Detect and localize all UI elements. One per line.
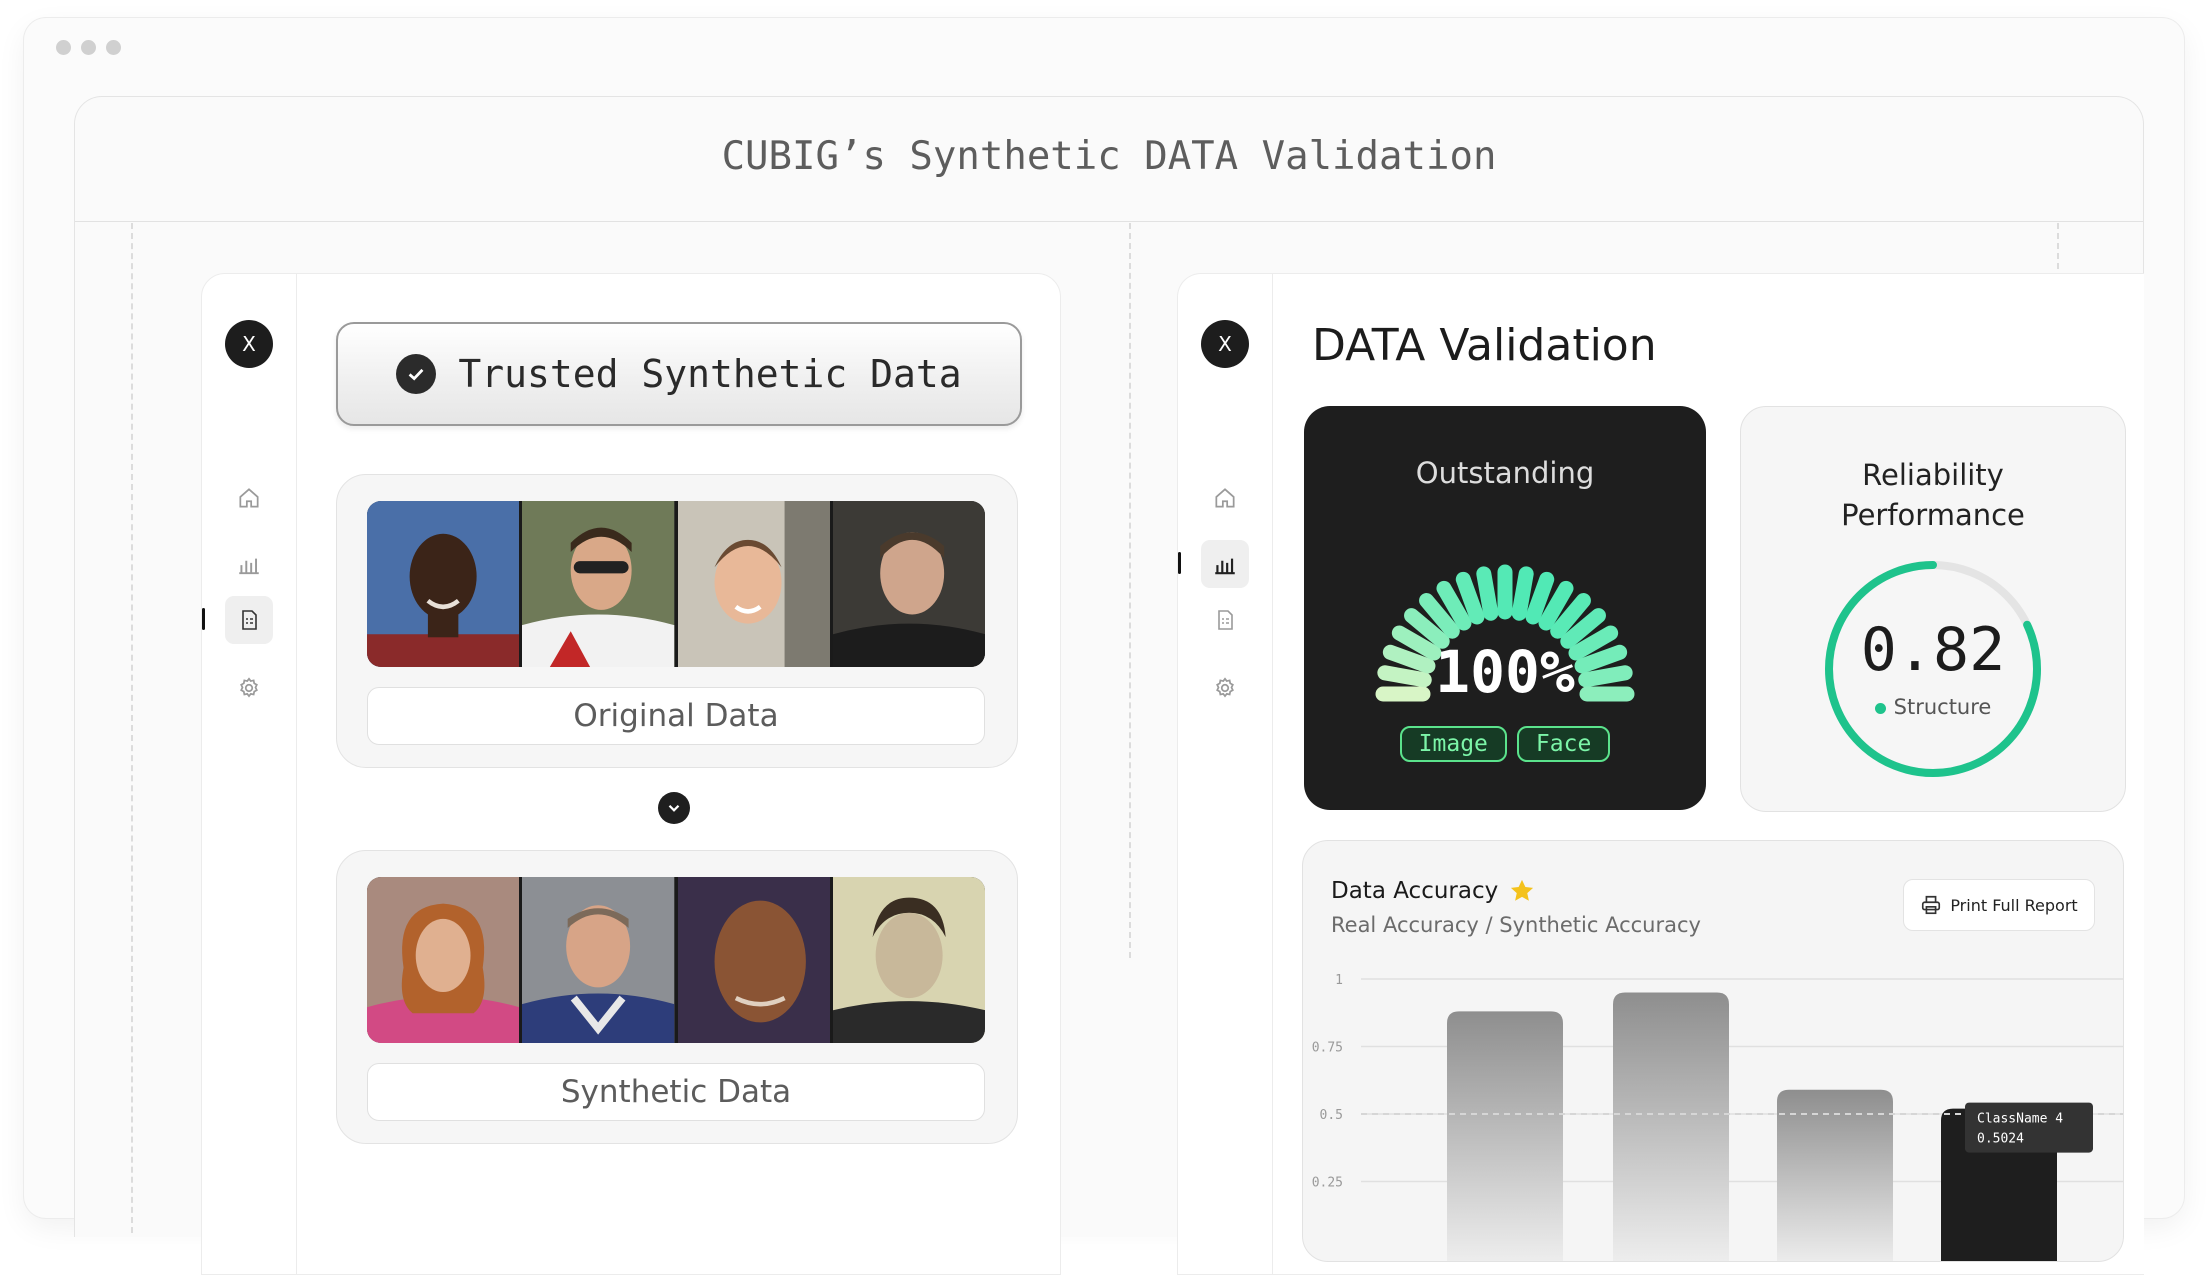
original-face-image — [832, 501, 985, 667]
reliability-label-line1: Reliability — [1862, 458, 2004, 492]
page-title: CUBIG’s Synthetic DATA Validation — [721, 134, 1497, 179]
check-circle-icon — [396, 354, 437, 394]
left-sidebar: X — [202, 274, 297, 1274]
data-validation-card: X DATA Validation Outstanding 100% Image… — [1177, 273, 2144, 1275]
structure-label: Structure — [1893, 695, 1992, 719]
original-data-panel: Original Data — [336, 474, 1018, 768]
gauge-segment — [1476, 566, 1499, 621]
synthetic-face-image — [367, 877, 523, 1043]
badge-label: Trusted Synthetic Data — [458, 352, 962, 396]
y-tick-label: 0.25 — [1312, 1176, 1343, 1191]
reliability-card: Reliability Performance 0.82 Structure — [1740, 406, 2126, 812]
synthetic-data-card: X Trusted Synthetic Data Original Data S… — [201, 273, 1061, 1275]
original-face-image — [522, 501, 678, 667]
gauge-tags: Image Face — [1304, 726, 1706, 762]
bar-chart-icon[interactable] — [225, 540, 273, 588]
original-face-image — [677, 501, 833, 667]
reliability-value: 0.82 — [1860, 615, 2006, 685]
outstanding-gauge-card: Outstanding 100% Image Face — [1304, 406, 1706, 810]
close-button[interactable]: X — [225, 320, 273, 368]
app-window: CUBIG’s Synthetic DATA Validation X Trus… — [24, 18, 2184, 1275]
dashed-guide-center — [1129, 223, 1131, 958]
synthetic-face-image — [677, 877, 833, 1043]
reliability-label-line2: Performance — [1841, 498, 2025, 532]
settings-icon[interactable] — [1201, 664, 1249, 712]
original-face-image — [367, 501, 523, 667]
window-dot-close[interactable] — [56, 40, 71, 55]
section-title: DATA Validation — [1312, 320, 1657, 371]
original-image-strip — [367, 501, 985, 667]
synthetic-image-strip — [367, 877, 985, 1043]
gauge-label: Outstanding — [1415, 456, 1595, 490]
main-frame: CUBIG’s Synthetic DATA Validation X Trus… — [74, 96, 2144, 1275]
active-nav-marker — [1178, 552, 1181, 574]
bar-chart-icon[interactable] — [1201, 540, 1249, 588]
title-divider — [75, 221, 2143, 222]
data-accuracy-card: Data Accuracy Real Accuracy / Synthetic … — [1302, 840, 2124, 1262]
tooltip-value: 0.5024 — [1977, 1132, 2024, 1147]
synthetic-data-caption: Synthetic Data — [367, 1063, 985, 1121]
synthetic-data-panel: Synthetic Data — [336, 850, 1018, 1144]
bar[interactable] — [1777, 1089, 1893, 1261]
reliability-label: Reliability Performance — [1741, 455, 2125, 535]
gauge-segment — [1511, 566, 1534, 621]
settings-icon[interactable] — [225, 664, 273, 712]
bar-tooltip: ClassName 4 0.5024 — [1965, 1102, 2093, 1153]
reliability-legend: Structure — [1741, 695, 2125, 719]
bar[interactable] — [1613, 992, 1729, 1262]
synthetic-face-image — [832, 877, 985, 1043]
dashed-guide-left — [131, 223, 133, 1233]
y-tick-label: 0.75 — [1312, 1041, 1343, 1056]
y-tick-label: 1 — [1335, 973, 1343, 988]
tooltip-name: ClassName 4 — [1977, 1112, 2063, 1127]
tag-image[interactable]: Image — [1399, 726, 1507, 762]
bar[interactable] — [1447, 1011, 1563, 1261]
tag-face[interactable]: Face — [1516, 726, 1611, 762]
gauge-percent: 100% — [1435, 638, 1575, 706]
active-nav-marker — [202, 608, 205, 630]
synthetic-face-image — [522, 877, 678, 1043]
y-tick-label: 0.5 — [1320, 1108, 1343, 1123]
chevron-down-icon — [658, 792, 690, 824]
right-sidebar: X — [1178, 274, 1273, 1274]
home-icon[interactable] — [1201, 474, 1249, 522]
document-icon[interactable] — [225, 596, 273, 644]
structure-dot — [1874, 702, 1886, 714]
close-button[interactable]: X — [1201, 320, 1249, 368]
accuracy-bar-chart: 1 0.75 0.5 0.25 ClassName 4 0.5024 — [1312, 973, 2123, 1262]
document-icon[interactable] — [1201, 596, 1249, 644]
trusted-synthetic-data-badge: Trusted Synthetic Data — [336, 322, 1022, 426]
original-data-caption: Original Data — [367, 687, 985, 745]
window-dot-minimize[interactable] — [81, 40, 96, 55]
home-icon[interactable] — [225, 474, 273, 522]
dashed-guide-right — [2057, 223, 2059, 269]
window-controls — [56, 40, 121, 55]
window-dot-maximize[interactable] — [106, 40, 121, 55]
